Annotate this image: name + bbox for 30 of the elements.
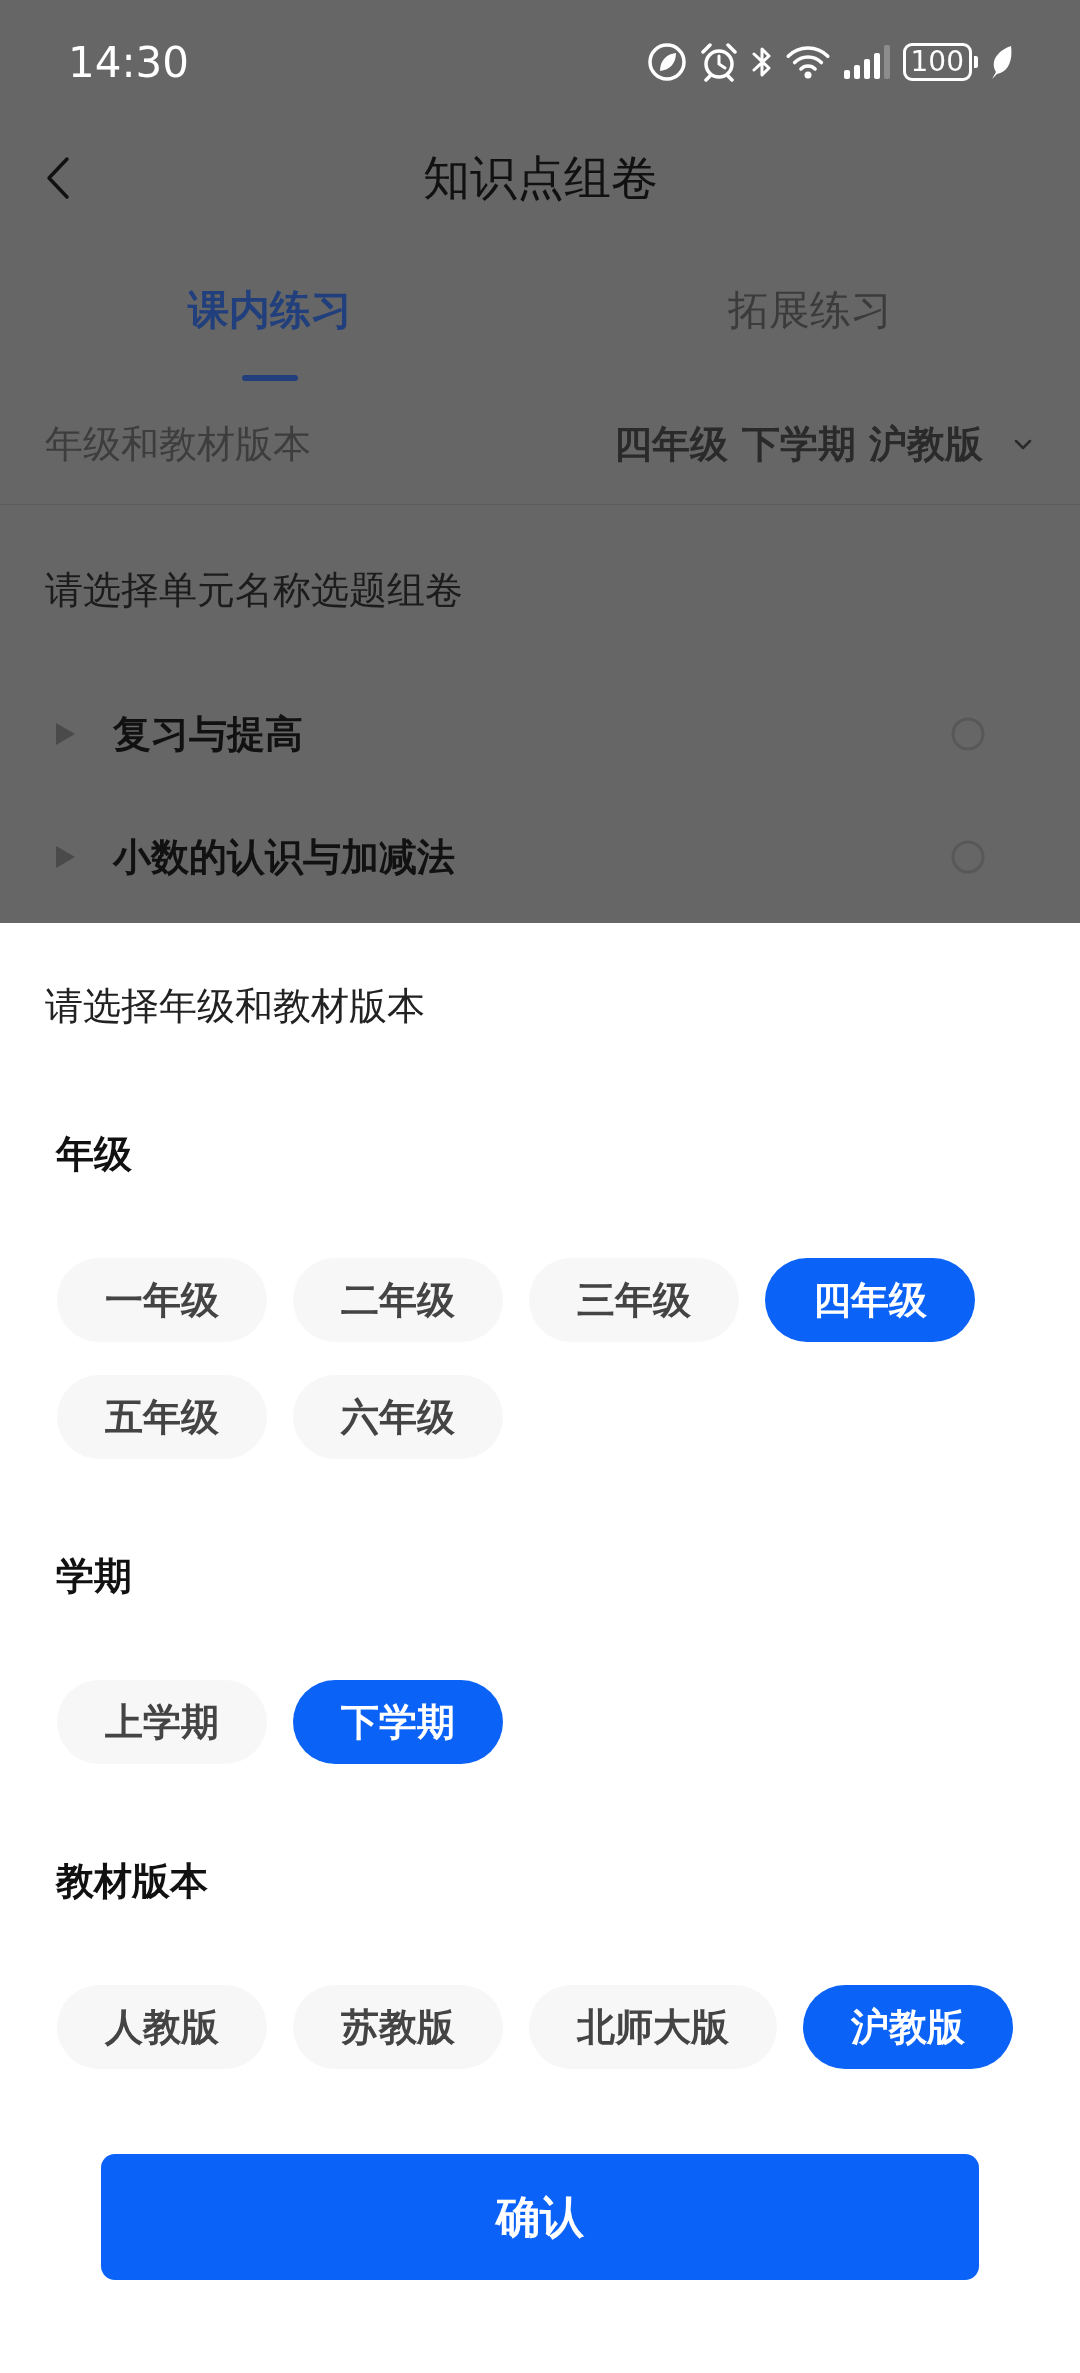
option-chip[interactable]: 四年级 [765,1258,975,1342]
option-chip[interactable]: 北师大版 [529,1985,777,2069]
option-chip[interactable]: 五年级 [57,1375,267,1459]
status-time: 14:30 [68,37,190,87]
chevron-down-icon [1014,439,1032,450]
battery-indicator: 100 [902,43,978,81]
circle-leaf-icon [646,42,687,82]
sheet-title: 请选择年级和教材版本 [45,983,426,1029]
back-icon[interactable] [45,156,71,200]
option-chip[interactable]: 六年级 [293,1375,503,1459]
option-chip[interactable]: 沪教版 [803,1985,1013,2069]
confirm-button[interactable]: 确认 [101,2154,979,2280]
expand-triangle-icon[interactable] [56,846,75,868]
leaf-icon [990,45,1012,79]
option-chip[interactable]: 上学期 [57,1680,267,1764]
option-chip[interactable]: 三年级 [529,1258,739,1342]
option-chip[interactable]: 人教版 [57,1985,267,2069]
signal-bars-icon [842,45,891,79]
group-label: 年级 [56,1131,133,1177]
option-chip[interactable]: 一年级 [57,1258,267,1342]
option-chip[interactable]: 苏教版 [293,1985,503,2069]
wifi-icon [784,44,831,80]
group-label: 学期 [56,1553,133,1599]
group-label: 教材版本 [56,1858,209,1904]
unit-prompt: 请选择单元名称选题组卷 [44,567,464,614]
option-chip[interactable]: 下学期 [293,1680,503,1764]
alarm-clock-icon [698,42,739,82]
expand-triangle-icon[interactable] [56,723,75,745]
option-chip[interactable]: 二年级 [293,1258,503,1342]
page-title: 知识点组卷 [422,149,658,207]
